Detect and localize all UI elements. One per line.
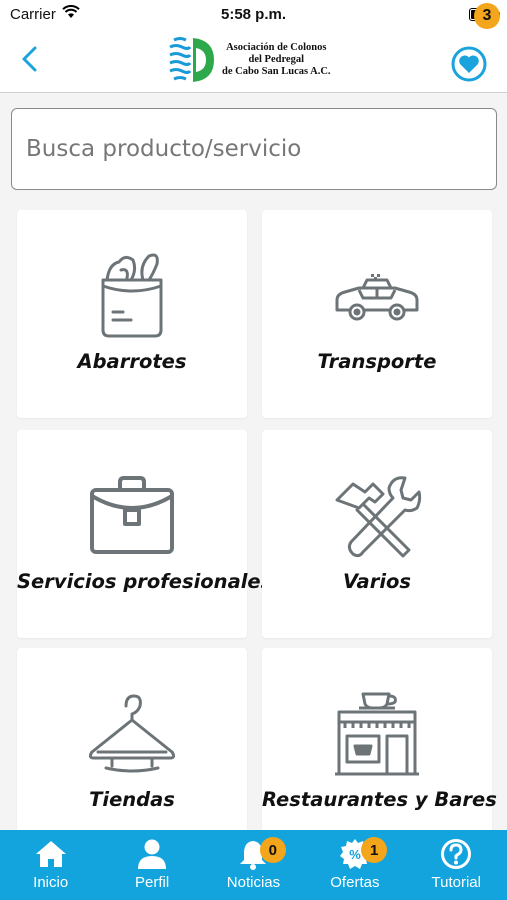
tab-inicio[interactable]: Inicio [0, 830, 101, 900]
tab-label: Inicio [33, 874, 69, 891]
category-label: Tiendas [89, 788, 175, 811]
svg-text:%: % [349, 847, 361, 862]
user-icon [138, 839, 167, 869]
cafe-storefront-icon [335, 692, 419, 776]
hanger-icon [88, 694, 176, 773]
tab-tutorial[interactable]: Tutorial [406, 830, 507, 900]
grocery-bag-icon [101, 253, 163, 338]
tab-label: Ofertas [330, 874, 380, 891]
logo-text: Asociación de Colonos del Pedregal de Ca… [222, 42, 331, 78]
logo-mark-icon [169, 37, 214, 82]
category-label: Varios [342, 570, 412, 593]
category-card-restaurantes-y-bares[interactable]: Restaurantes y Bares [262, 648, 497, 856]
back-button[interactable] [14, 42, 44, 76]
category-card-abarrotes[interactable]: Abarrotes [17, 210, 247, 418]
header: Asociación de Colonos del Pedregal de Ca… [0, 28, 507, 93]
briefcase-icon [90, 476, 174, 554]
bottom-tab-bar: Inicio Perfil Noticias 0 % Ofertas 1 Tut… [0, 830, 507, 900]
search-input[interactable] [11, 108, 497, 190]
category-label: Abarrotes [77, 350, 187, 373]
tab-ofertas[interactable]: % Ofertas 1 [304, 830, 405, 900]
status-left: Carrier [10, 5, 80, 23]
tools-icon [335, 476, 422, 558]
category-card-varios[interactable]: Varios [262, 430, 492, 638]
offers-count-badge: 1 [361, 837, 388, 863]
category-card-transporte[interactable]: Transporte [262, 210, 492, 418]
logo-line-1: Asociación de Colonos [226, 42, 327, 53]
tab-label: Tutorial [431, 874, 481, 891]
category-label: Restaurantes y Bares [262, 788, 497, 811]
tab-perfil[interactable]: Perfil [101, 830, 202, 900]
tab-label: Noticias [226, 874, 281, 891]
wifi-icon [62, 5, 80, 23]
favorites-count-badge: 3 [474, 3, 500, 29]
chevron-left-icon [22, 46, 37, 72]
category-label: Servicios profesionales [17, 570, 273, 593]
logo-line-3: de Cabo San Lucas A.C. [222, 66, 331, 77]
taxi-icon [335, 274, 419, 321]
status-bar: Carrier 5:58 p.m. [0, 0, 507, 28]
favorites-button[interactable] [449, 44, 489, 84]
notifications-count-badge: 0 [259, 837, 286, 863]
carrier-label: Carrier [10, 5, 56, 23]
home-icon [35, 841, 66, 867]
tab-noticias[interactable]: Noticias 0 [203, 830, 304, 900]
tab-label: Perfil [134, 874, 170, 891]
association-logo: Asociación de Colonos del Pedregal de Ca… [166, 32, 346, 88]
help-icon [441, 839, 472, 869]
category-card-servicios-profesionales[interactable]: Servicios profesionales [17, 430, 273, 638]
heart-icon [451, 46, 487, 82]
category-label: Transporte [317, 350, 437, 373]
logo-line-2: del Pedregal [248, 54, 305, 65]
category-card-tiendas[interactable]: Tiendas [17, 648, 247, 856]
